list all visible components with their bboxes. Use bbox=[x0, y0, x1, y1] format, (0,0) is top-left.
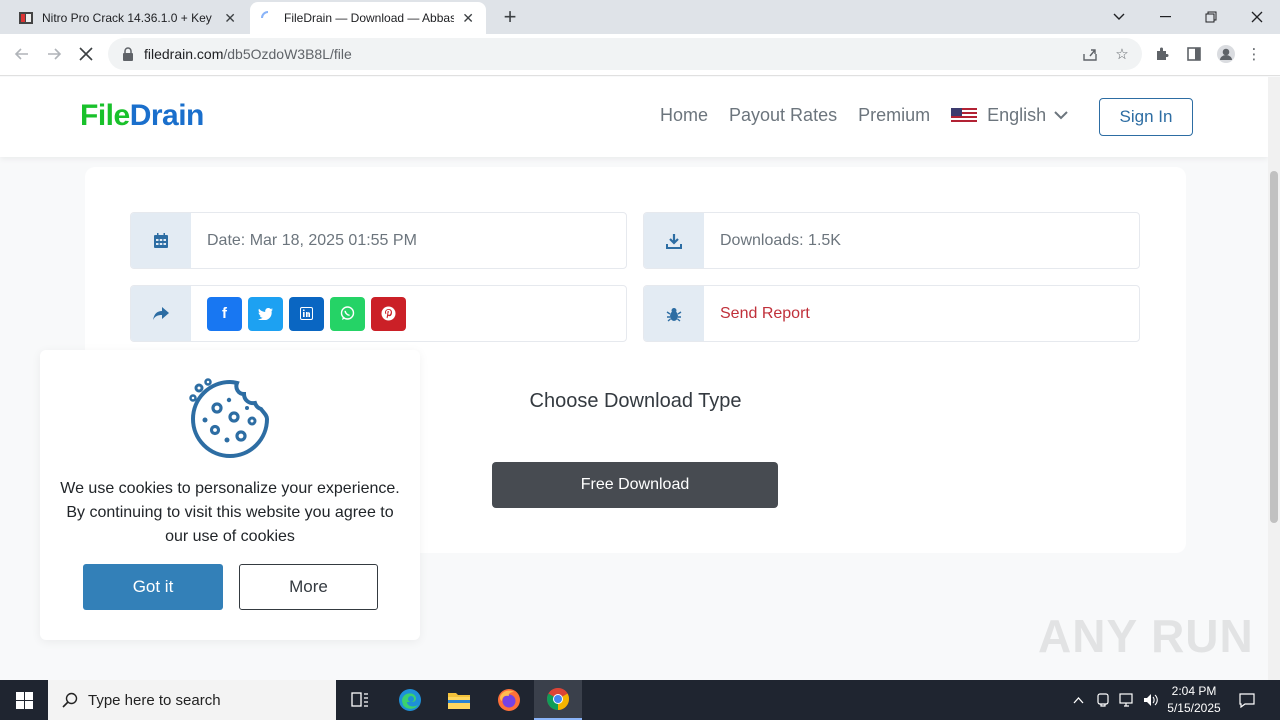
tab-search-chevron-icon[interactable] bbox=[1096, 0, 1142, 34]
linkedin-share-button[interactable] bbox=[289, 296, 324, 331]
windows-logo-icon bbox=[15, 691, 33, 709]
lock-icon bbox=[123, 47, 133, 61]
downloads-info-box: Downloads: 1.5K bbox=[643, 212, 1140, 269]
page-scrollbar[interactable] bbox=[1268, 77, 1280, 680]
url-path: /db5OzdoW3B8L/file bbox=[223, 46, 352, 62]
task-view-icon[interactable] bbox=[336, 680, 384, 720]
browser-toolbar: filedrain.com/db5OzdoW3B8L/file ☆ ⋮ bbox=[0, 34, 1280, 76]
scrollbar-thumb[interactable] bbox=[1270, 171, 1278, 523]
taskbar-search-box[interactable]: Type here to search bbox=[48, 680, 336, 720]
twitter-share-button[interactable] bbox=[248, 296, 283, 331]
show-hidden-icons-chevron[interactable] bbox=[1068, 680, 1088, 720]
report-box[interactable]: Send Report bbox=[643, 285, 1140, 342]
cookie-message: We use cookies to personalize your exper… bbox=[60, 480, 400, 545]
cookie-consent-popup: We use cookies to personalize your exper… bbox=[40, 350, 420, 640]
bookmark-star-icon[interactable]: ☆ bbox=[1112, 44, 1132, 64]
windows-start-button[interactable] bbox=[0, 680, 48, 720]
extensions-puzzle-icon[interactable] bbox=[1152, 44, 1172, 64]
anyrun-watermark: ANY RUN bbox=[1038, 610, 1254, 662]
browser-tab-strip: Nitro Pro Crack 14.36.1.0 + Keyg ✕ FileD… bbox=[0, 0, 1280, 34]
clock-time: 2:04 PM bbox=[1171, 684, 1217, 698]
pinterest-icon bbox=[381, 306, 396, 321]
search-icon bbox=[62, 692, 78, 708]
notification-center-icon[interactable] bbox=[1234, 680, 1260, 720]
nav-premium-link[interactable]: Premium bbox=[858, 105, 930, 126]
us-flag-icon bbox=[951, 107, 978, 124]
twitter-bird-icon bbox=[258, 307, 273, 320]
date-info-box: Date: Mar 18, 2025 01:55 PM bbox=[130, 212, 627, 269]
close-tab-icon[interactable]: ✕ bbox=[224, 10, 236, 27]
web-page: FileDrain Home Payout Rates Premium Engl… bbox=[0, 77, 1268, 680]
calendar-icon bbox=[131, 213, 191, 268]
free-download-button[interactable]: Free Download bbox=[492, 462, 778, 508]
close-tab-icon[interactable]: ✕ bbox=[462, 10, 474, 27]
clock-date: 5/15/2025 bbox=[1167, 701, 1221, 715]
nav-links: Home Payout Rates Premium English bbox=[660, 105, 1068, 126]
profile-avatar-icon[interactable] bbox=[1216, 44, 1236, 64]
nav-home-link[interactable]: Home bbox=[660, 105, 708, 126]
linkedin-icon bbox=[300, 307, 313, 320]
back-arrow-icon[interactable] bbox=[10, 42, 34, 66]
edge-browser-icon[interactable] bbox=[386, 680, 434, 720]
device-tray-icon[interactable] bbox=[1093, 680, 1113, 720]
browser-menu-icon[interactable]: ⋮ bbox=[1244, 44, 1264, 64]
whatsapp-share-button[interactable] bbox=[330, 296, 365, 331]
send-report-link[interactable]: Send Report bbox=[720, 305, 810, 323]
address-bar[interactable]: filedrain.com/db5OzdoW3B8L/file bbox=[108, 38, 1142, 70]
sign-in-button[interactable]: Sign In bbox=[1099, 98, 1193, 136]
cookie-icon bbox=[189, 378, 270, 458]
site-navbar: FileDrain Home Payout Rates Premium Engl… bbox=[0, 77, 1268, 157]
chevron-down-icon bbox=[1054, 111, 1068, 120]
filedrain-logo[interactable]: FileDrain bbox=[80, 99, 204, 133]
nav-payout-rates-link[interactable]: Payout Rates bbox=[729, 105, 837, 126]
language-selector[interactable]: English bbox=[951, 105, 1068, 126]
page-favicon-icon bbox=[19, 12, 33, 24]
whatsapp-icon bbox=[340, 306, 355, 320]
restore-button[interactable] bbox=[1188, 0, 1234, 34]
pinterest-share-button[interactable] bbox=[371, 296, 406, 331]
cookie-more-button[interactable]: More bbox=[239, 564, 378, 610]
share-page-icon[interactable] bbox=[1080, 44, 1100, 64]
facebook-share-button[interactable]: f bbox=[207, 296, 242, 331]
share-box: f bbox=[130, 285, 627, 342]
file-explorer-icon[interactable] bbox=[435, 680, 483, 720]
chrome-icon[interactable] bbox=[534, 680, 582, 720]
close-window-button[interactable] bbox=[1234, 0, 1280, 34]
network-icon[interactable] bbox=[1116, 680, 1138, 720]
firefox-icon[interactable] bbox=[485, 680, 533, 720]
tab-title: Nitro Pro Crack 14.36.1.0 + Keyg bbox=[42, 11, 212, 25]
forward-arrow-icon[interactable] bbox=[42, 42, 66, 66]
loading-spinner-icon bbox=[261, 11, 269, 19]
cookie-accept-button[interactable]: Got it bbox=[83, 564, 223, 610]
new-tab-button[interactable]: + bbox=[498, 4, 522, 30]
browser-tab-nitro[interactable]: Nitro Pro Crack 14.36.1.0 + Keyg ✕ bbox=[0, 2, 248, 34]
social-buttons: f bbox=[201, 296, 406, 331]
stop-loading-icon[interactable] bbox=[74, 42, 98, 66]
download-count: Downloads: 1.5K bbox=[720, 231, 841, 249]
taskbar-clock[interactable]: 2:04 PM 5/15/2025 bbox=[1160, 683, 1228, 717]
browser-tab-filedrain[interactable]: FileDrain — Download — Abbas ✕ bbox=[250, 2, 486, 34]
side-panel-icon[interactable] bbox=[1184, 44, 1204, 64]
share-arrow-icon bbox=[131, 286, 191, 341]
volume-icon[interactable] bbox=[1140, 680, 1162, 720]
windows-taskbar: Type here to search 2:04 PM 5/15/2025 bbox=[0, 680, 1280, 720]
search-placeholder: Type here to search bbox=[88, 691, 221, 709]
bug-icon bbox=[644, 286, 704, 341]
upload-date: Date: Mar 18, 2025 01:55 PM bbox=[207, 231, 417, 249]
download-icon bbox=[644, 213, 704, 268]
language-label: English bbox=[987, 105, 1047, 125]
url-domain: filedrain.com bbox=[144, 46, 224, 62]
minimize-button[interactable] bbox=[1142, 0, 1188, 34]
tab-title: FileDrain — Download — Abbas bbox=[284, 11, 454, 25]
